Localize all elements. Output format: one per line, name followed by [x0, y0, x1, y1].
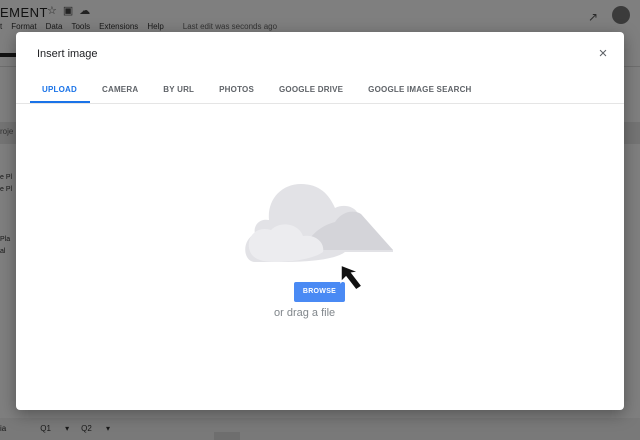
close-button[interactable]: × — [596, 46, 610, 61]
tab-camera[interactable]: CAMERA — [90, 80, 151, 103]
image-source-tabs: UPLOAD CAMERA BY URL PHOTOS GOOGLE DRIVE… — [30, 80, 485, 103]
mouse-cursor-icon — [340, 263, 364, 292]
tab-divider — [16, 103, 624, 104]
insert-image-dialog: Insert image × UPLOAD CAMERA BY URL PHOT… — [16, 32, 624, 410]
dialog-title: Insert image — [37, 48, 98, 60]
cloud-upload-icon — [245, 184, 393, 262]
tab-by-url[interactable]: BY URL — [151, 80, 207, 103]
tab-google-drive[interactable]: GOOGLE DRIVE — [267, 80, 356, 103]
tab-photos[interactable]: PHOTOS — [207, 80, 267, 103]
tab-google-image-search[interactable]: GOOGLE IMAGE SEARCH — [356, 80, 484, 103]
tab-upload[interactable]: UPLOAD — [30, 80, 90, 103]
drag-file-hint: or drag a file — [274, 307, 336, 319]
